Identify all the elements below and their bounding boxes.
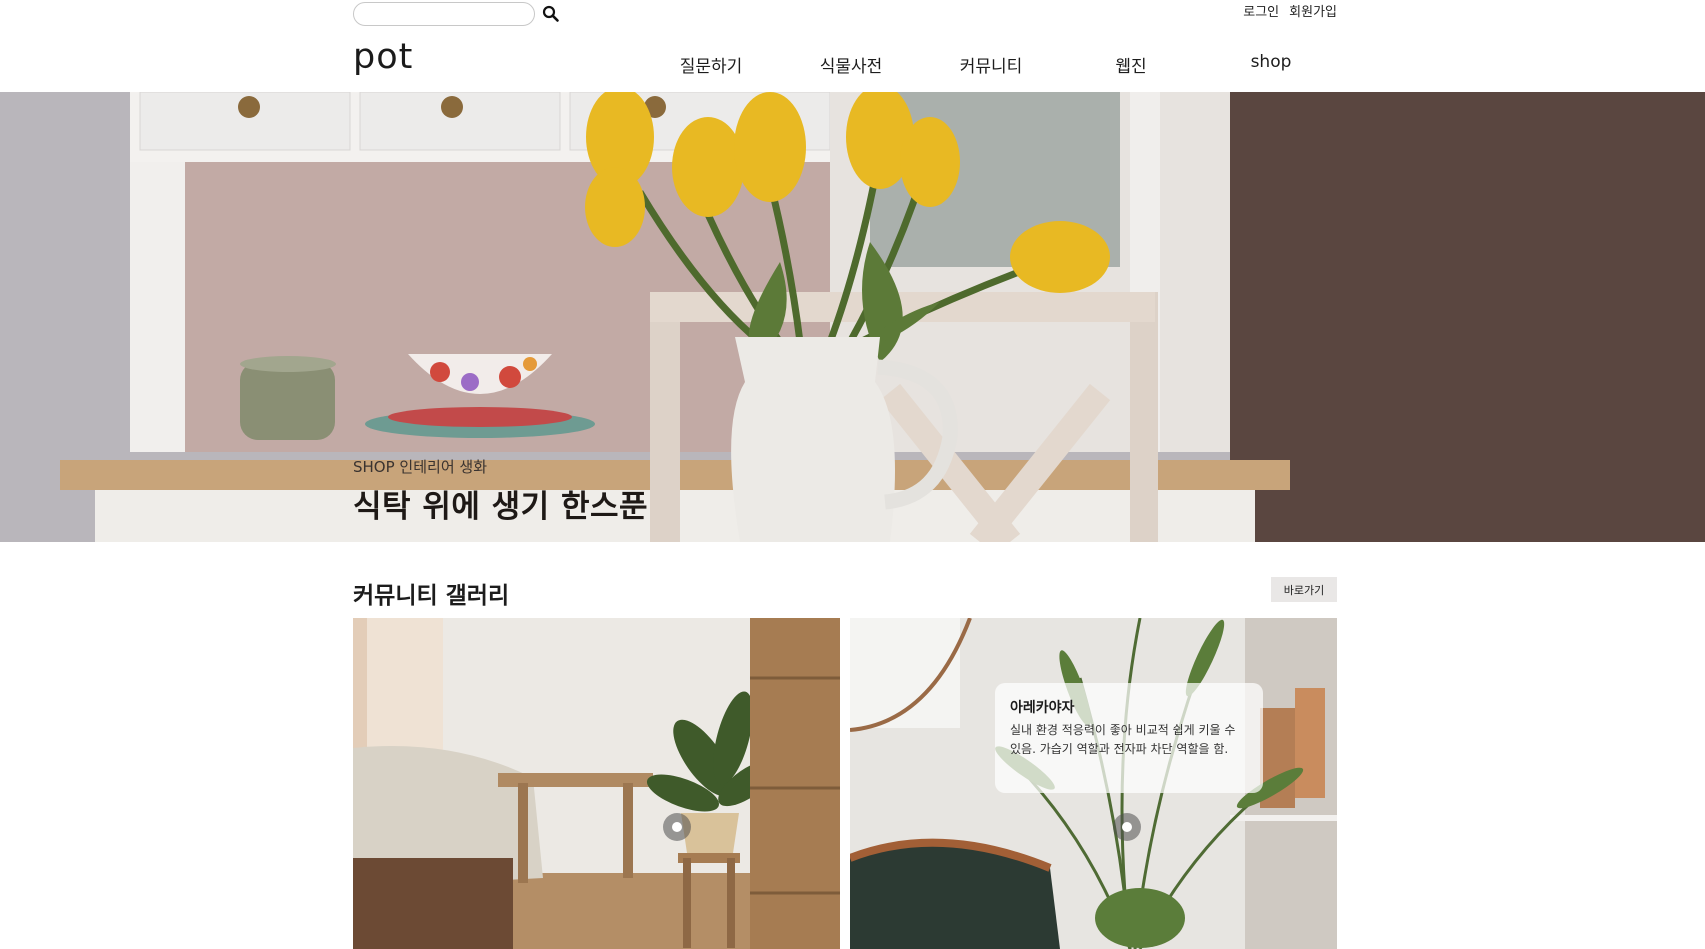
hero-banner[interactable]: SHOP 인테리어 생화 식탁 위에 생기 한스푼	[0, 92, 1705, 542]
auth-links: 로그인 회원가입	[1243, 1, 1337, 20]
login-link[interactable]: 로그인	[1243, 1, 1279, 20]
nav-item-question[interactable]: 질문하기	[651, 52, 771, 77]
site-logo[interactable]: pot	[353, 40, 413, 75]
nav-item-community[interactable]: 커뮤니티	[931, 52, 1051, 77]
search-input[interactable]	[353, 2, 535, 26]
gallery-image-bedroom	[353, 618, 840, 949]
product-tooltip: 아레카야자 실내 환경 적응력이 좋아 비교적 쉽게 키울 수 있음. 가습기 …	[995, 683, 1263, 793]
hero-title: 식탁 위에 생기 한스푼	[353, 489, 649, 525]
tooltip-description: 실내 환경 적응력이 좋아 비교적 쉽게 키울 수 있음. 가습기 역할과 전자…	[1010, 723, 1236, 756]
hero-image	[0, 92, 1705, 542]
hero-subtitle: SHOP 인테리어 생화	[353, 458, 487, 476]
search-icon[interactable]	[542, 5, 560, 23]
gallery-title: 커뮤니티 갤러리	[353, 583, 510, 609]
gallery-card-bedroom[interactable]	[353, 618, 840, 949]
gallery-card-livingroom[interactable]: 아레카야자 실내 환경 적응력이 좋아 비교적 쉽게 키울 수 있음. 가습기 …	[850, 618, 1337, 949]
signup-link[interactable]: 회원가입	[1289, 1, 1337, 20]
gallery-shortcut-button[interactable]: 바로가기	[1271, 577, 1337, 602]
tooltip-title: 아레카야자	[1010, 700, 1075, 716]
search-bar	[353, 2, 560, 26]
product-hotspot[interactable]	[1113, 813, 1141, 841]
product-hotspot[interactable]	[663, 813, 691, 841]
nav-item-shop[interactable]: shop	[1211, 52, 1331, 72]
nav-item-webzine[interactable]: 웹진	[1071, 52, 1191, 77]
nav-item-plant-dictionary[interactable]: 식물사전	[791, 52, 911, 77]
